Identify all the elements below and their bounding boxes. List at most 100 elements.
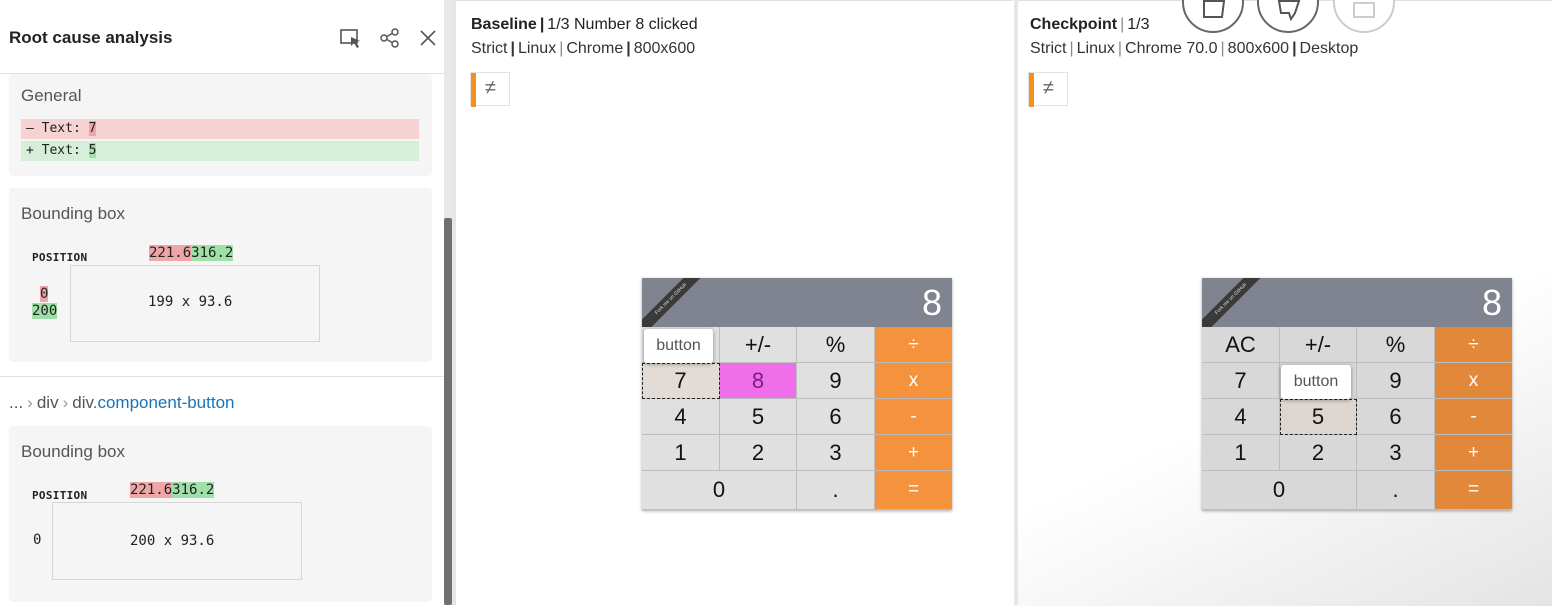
checkpoint-header: Checkpoint | 1/3 <box>1030 16 1150 33</box>
key-0[interactable]: 0 <box>1202 471 1357 510</box>
thumbs-down-icon <box>1277 0 1301 22</box>
general-card: General – Text: 7 + Text: 5 <box>9 74 432 176</box>
breadcrumb-item-component[interactable]: div.component-button <box>72 393 234 412</box>
checkpoint-step: 1/3 <box>1127 16 1150 33</box>
key-subtract[interactable]: - <box>875 399 952 435</box>
key-4[interactable]: 4 <box>642 399 720 435</box>
share-icon[interactable] <box>376 24 404 52</box>
key-8[interactable]: 8 <box>720 363 797 399</box>
key-percent[interactable]: % <box>797 327 875 363</box>
meta-viewport: 800x600 <box>633 40 696 57</box>
breadcrumb-ellipsis[interactable]: ... <box>9 393 23 412</box>
key-divide[interactable]: ÷ <box>1435 327 1512 363</box>
key-percent[interactable]: % <box>1357 327 1435 363</box>
position-x: 221.6316.2 <box>130 482 215 498</box>
key-add[interactable]: + <box>875 435 952 471</box>
meta-match-level: Strict <box>471 40 508 57</box>
size-box: 199 x 93.6 <box>70 265 320 342</box>
baseline-title: Baseline <box>471 16 537 33</box>
save-button[interactable] <box>1333 0 1395 33</box>
bounding-box-title: Bounding box <box>21 204 125 223</box>
key-3[interactable]: 3 <box>797 435 875 471</box>
position-x-new: 316.2 <box>172 482 215 498</box>
select-element-icon[interactable] <box>337 24 365 52</box>
key-multiply[interactable]: x <box>875 363 952 399</box>
key-2[interactable]: 2 <box>1280 435 1357 471</box>
meta-browser: Chrome 70.0 <box>1125 40 1218 57</box>
added-text-value: 5 <box>88 143 97 158</box>
key-3[interactable]: 3 <box>1357 435 1435 471</box>
meta-match-level: Strict <box>1030 40 1067 57</box>
key-plus-minus[interactable]: +/- <box>1280 327 1357 363</box>
plus-sign: + <box>26 143 34 158</box>
size-box: 200 x 93.6 <box>52 502 302 580</box>
close-icon[interactable] <box>414 24 442 52</box>
thumbs-up-button[interactable] <box>1182 0 1244 33</box>
checkpoint-pane: Checkpoint | 1/3 Strict | Linux | Chrome 70.0 |… <box>1018 0 1552 606</box>
key-9[interactable]: 9 <box>797 363 875 399</box>
removed-text-value: 7 <box>88 121 97 136</box>
key-4[interactable]: 4 <box>1202 399 1280 435</box>
key-divide[interactable]: ÷ <box>875 327 952 363</box>
diff-indicator-bar <box>471 73 476 107</box>
key-multiply[interactable]: x <box>1435 363 1512 399</box>
calculator-baseline: 8 Fork me on GitHub AC +/- % ÷ 7 8 9 x 4… <box>642 278 952 510</box>
key-equals[interactable]: = <box>875 471 952 510</box>
key-add[interactable]: + <box>1435 435 1512 471</box>
key-0[interactable]: 0 <box>642 471 797 510</box>
breadcrumb-item-div[interactable]: div <box>37 393 59 412</box>
key-7[interactable]: 7 <box>1202 363 1280 399</box>
y-new-value: 200 <box>32 303 58 319</box>
not-equal-icon: ≠ <box>1043 77 1054 99</box>
key-6[interactable]: 6 <box>797 399 875 435</box>
panel-header: Root cause analysis <box>0 0 444 74</box>
checkpoint-title: Checkpoint <box>1030 16 1118 33</box>
key-subtract[interactable]: - <box>1435 399 1512 435</box>
thumbs-up-icon <box>1203 0 1226 18</box>
baseline-pane: Baseline | 1/3 Number 8 clicked Strict | Lin… <box>456 0 1013 606</box>
panel-title: Root cause analysis <box>9 28 173 47</box>
baseline-meta: Strict | Linux | Chrome | 800x600 <box>471 40 696 57</box>
thumbs-down-button[interactable] <box>1257 0 1319 33</box>
meta-os: Linux <box>1076 40 1115 57</box>
element-tooltip: button <box>644 329 713 363</box>
baseline-step: 1/3 Number 8 clicked <box>547 16 698 33</box>
size-value: 199 x 93.6 <box>148 294 233 310</box>
diff-toggle-button[interactable]: ≠ <box>470 72 510 107</box>
key-6[interactable]: 6 <box>1357 399 1435 435</box>
key-7[interactable]: 7 <box>642 363 720 399</box>
element-tooltip: button <box>1281 365 1351 399</box>
position-y-old: 0 <box>40 286 49 302</box>
removed-text-key: Text: <box>41 121 81 136</box>
position-label: POSITION <box>32 251 88 264</box>
key-5[interactable]: 5 <box>720 399 797 435</box>
key-decimal[interactable]: . <box>797 471 875 510</box>
key-plus-minus[interactable]: +/- <box>720 327 797 363</box>
save-icon <box>1353 2 1375 18</box>
checkpoint-meta: Strict | Linux | Chrome 70.0 | 800x600 | Desktop <box>1030 40 1359 57</box>
key-decimal[interactable]: . <box>1357 471 1435 510</box>
added-text-key: Text: <box>41 143 81 158</box>
key-ac[interactable]: AC <box>1202 327 1280 363</box>
position-y: 0 <box>33 532 42 548</box>
display-value: 8 <box>1481 282 1502 323</box>
display-value: 8 <box>921 282 942 323</box>
key-1[interactable]: 1 <box>1202 435 1280 471</box>
minus-sign: – <box>26 121 34 136</box>
key-1[interactable]: 1 <box>642 435 720 471</box>
key-5[interactable]: 5 <box>1280 399 1357 435</box>
breadcrumb-class: .component-button <box>92 393 235 412</box>
chevron-right-icon: › <box>27 393 33 412</box>
position-y-new: 200 <box>32 303 58 319</box>
panel-scrollbar-thumb[interactable] <box>444 218 452 605</box>
key-equals[interactable]: = <box>1435 471 1512 510</box>
key-9[interactable]: 9 <box>1357 363 1435 399</box>
general-card-title: General <box>21 86 82 105</box>
key-2[interactable]: 2 <box>720 435 797 471</box>
meta-device: Desktop <box>1299 40 1359 57</box>
position-label: POSITION <box>32 489 88 502</box>
not-equal-icon: ≠ <box>485 77 496 99</box>
root-cause-panel: Root cause analysis General – Text: 7 + … <box>0 0 452 605</box>
meta-browser: Chrome <box>566 40 624 57</box>
diff-toggle-button[interactable]: ≠ <box>1028 72 1068 107</box>
